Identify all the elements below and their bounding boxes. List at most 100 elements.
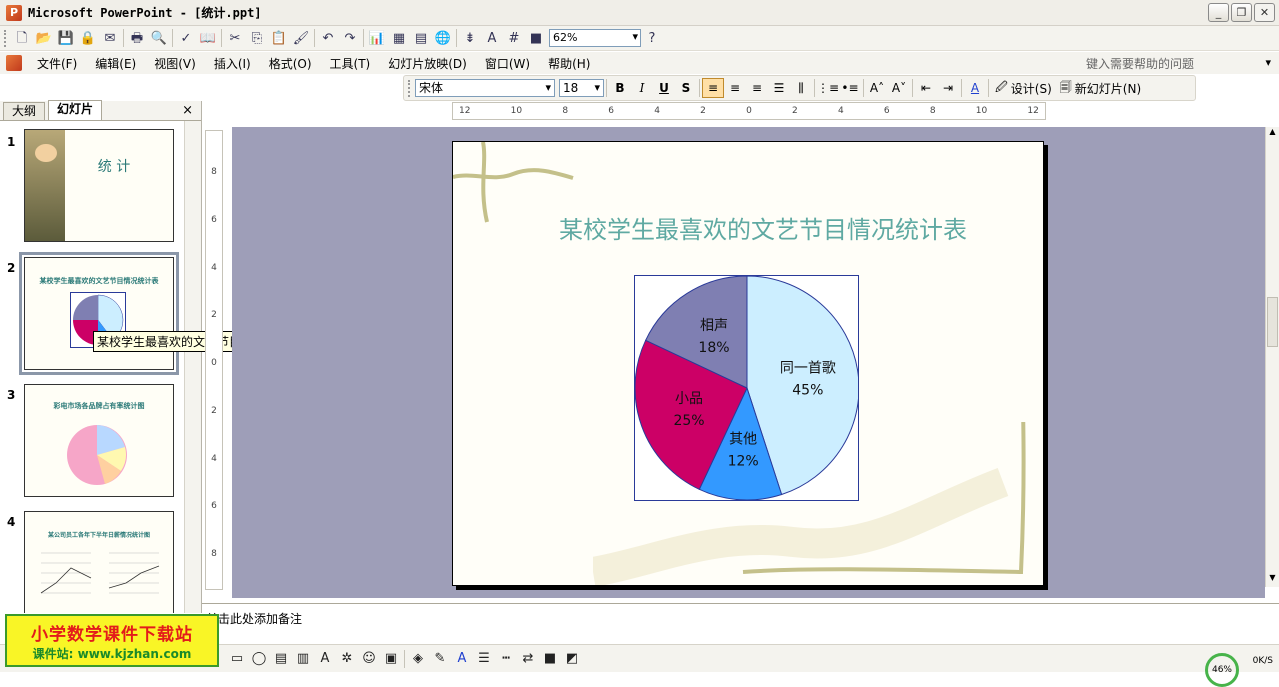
3d-style-icon[interactable]: ◩: [561, 651, 583, 666]
italic-button[interactable]: I: [631, 78, 653, 98]
help-search-input[interactable]: 键入需要帮助的问题: [1086, 55, 1194, 72]
menu-tools[interactable]: 工具(T): [321, 55, 380, 72]
show-formatting-icon[interactable]: A: [481, 28, 503, 48]
menu-format[interactable]: 格式(O): [260, 55, 321, 72]
font-color-draw-icon[interactable]: A: [451, 651, 473, 666]
document-icon[interactable]: [6, 55, 22, 71]
dash-style-icon[interactable]: ┅: [495, 651, 517, 666]
help-icon[interactable]: ?: [641, 28, 663, 48]
slice-percent: 45%: [792, 382, 823, 398]
tab-slides[interactable]: 幻灯片: [48, 100, 103, 120]
scroll-up-icon[interactable]: ▲: [1267, 127, 1278, 141]
decrease-font-icon[interactable]: A˅: [888, 78, 910, 98]
expand-all-icon[interactable]: ⇟: [459, 28, 481, 48]
zoom-select[interactable]: 62%: [549, 29, 641, 47]
rectangle-icon[interactable]: ▭: [226, 651, 248, 666]
scroll-thumb[interactable]: [1267, 297, 1278, 347]
vertical-textbox-icon[interactable]: ▥: [292, 651, 314, 666]
email-icon[interactable]: ✉: [99, 28, 121, 48]
slide-thumbnail-1[interactable]: 统 计: [24, 129, 174, 242]
slide-thumbnail-4[interactable]: 某公司员工各年下半年日薪情况统计图: [24, 511, 174, 613]
close-button[interactable]: ✕: [1254, 3, 1275, 22]
tab-outline[interactable]: 大纲: [3, 102, 46, 120]
slice-percent: 12%: [728, 453, 759, 469]
show-grid-icon[interactable]: #: [503, 28, 525, 48]
menu-edit[interactable]: 编辑(E): [86, 55, 145, 72]
align-center-icon[interactable]: ≡: [724, 78, 746, 98]
paste-icon[interactable]: 📋: [268, 28, 290, 48]
open-folder-icon[interactable]: 📂: [33, 28, 55, 48]
ruler-tick: 4: [211, 262, 217, 273]
menu-window[interactable]: 窗口(W): [476, 55, 539, 72]
menu-help[interactable]: 帮助(H): [539, 55, 599, 72]
research-icon[interactable]: 📖: [197, 28, 219, 48]
increase-indent-icon[interactable]: ⇥: [937, 78, 959, 98]
new-slide-button[interactable]: 🗐 新幻灯片(N): [1056, 78, 1145, 99]
wordart-icon[interactable]: A: [314, 651, 336, 666]
fill-color-icon[interactable]: ◈: [407, 651, 429, 666]
slide-thumbnail-2[interactable]: 某校学生最喜欢的文艺节目情况统计表: [19, 252, 179, 375]
cut-icon[interactable]: ✂: [224, 28, 246, 48]
align-left-icon[interactable]: ≡: [702, 78, 724, 98]
horizontal-ruler: 12 10 8 6 4 2 0 2 4 6 8 10 12: [452, 102, 1046, 120]
print-icon[interactable]: 🖶: [126, 28, 148, 48]
copy-icon[interactable]: ⎘: [246, 28, 268, 48]
menu-file[interactable]: 文件(F): [28, 55, 86, 72]
editor-vertical-scrollbar[interactable]: ▲ ▼: [1265, 127, 1279, 587]
close-pane-icon[interactable]: ×: [182, 103, 193, 118]
numbering-icon[interactable]: ⋮≡: [817, 78, 839, 98]
diagram-icon[interactable]: ✲: [336, 651, 358, 666]
font-color-icon[interactable]: A: [964, 78, 986, 98]
permission-icon[interactable]: 🔒: [77, 28, 99, 48]
slide-thumbnail-3[interactable]: 彩电市场各品牌占有率统计图: [24, 384, 174, 497]
notes-pane[interactable]: 单击此处添加备注: [202, 603, 1279, 643]
undo-icon[interactable]: ↶: [317, 28, 339, 48]
line-color-icon[interactable]: ✎: [429, 651, 451, 666]
hyperlink-icon[interactable]: 🌐: [432, 28, 454, 48]
current-slide[interactable]: 某校学生最喜欢的文艺节目情况统计表 同一首歌 45% 其他 12% 小品 25% 相声 18%: [452, 141, 1044, 586]
arrow-style-icon[interactable]: ⇄: [517, 651, 539, 666]
distribute-icon[interactable]: ⫼: [790, 78, 812, 98]
font-size-select[interactable]: 18: [559, 79, 604, 97]
toolbar-grip[interactable]: [4, 29, 7, 47]
font-select[interactable]: 宋体: [415, 79, 555, 97]
scroll-down-icon[interactable]: ▼: [1267, 573, 1278, 587]
line-style-icon[interactable]: ☰: [473, 651, 495, 666]
slide-number: 1: [7, 135, 16, 149]
tables-borders-icon[interactable]: ▤: [410, 28, 432, 48]
menu-slideshow[interactable]: 幻灯片放映(D): [379, 55, 476, 72]
color-grayscale-icon[interactable]: ■: [525, 28, 547, 48]
underline-button[interactable]: U: [653, 78, 675, 98]
clipart-icon[interactable]: ☺: [358, 651, 380, 666]
print-preview-icon[interactable]: 🔍: [148, 28, 170, 48]
minimize-button[interactable]: _: [1208, 3, 1229, 22]
redo-icon[interactable]: ↷: [339, 28, 361, 48]
new-document-icon[interactable]: 🗋: [11, 28, 33, 48]
slide-title[interactable]: 某校学生最喜欢的文艺节目情况统计表: [453, 210, 1043, 245]
powerpoint-icon[interactable]: [6, 4, 22, 21]
increase-font-icon[interactable]: A˄: [866, 78, 888, 98]
bullets-icon[interactable]: •≡: [839, 78, 861, 98]
spelling-icon[interactable]: ✓: [175, 28, 197, 48]
decrease-indent-icon[interactable]: ⇤: [915, 78, 937, 98]
help-dropdown-icon[interactable]: ▾: [1265, 56, 1271, 69]
menu-insert[interactable]: 插入(I): [205, 55, 260, 72]
insert-chart-icon[interactable]: 📊: [366, 28, 388, 48]
oval-icon[interactable]: ◯: [248, 651, 270, 666]
toolbar-grip[interactable]: [408, 79, 411, 97]
picture-icon[interactable]: ▣: [380, 651, 402, 666]
shadow-button[interactable]: S: [675, 78, 697, 98]
justify-icon[interactable]: ☰: [768, 78, 790, 98]
insert-table-icon[interactable]: ▦: [388, 28, 410, 48]
pane-scrollbar[interactable]: [184, 121, 201, 613]
bold-button[interactable]: B: [609, 78, 631, 98]
pie-chart[interactable]: 同一首歌 45% 其他 12% 小品 25% 相声 18%: [634, 275, 860, 501]
textbox-icon[interactable]: ▤: [270, 651, 292, 666]
save-icon[interactable]: 💾: [55, 28, 77, 48]
design-button[interactable]: 🖉 设计(S): [991, 78, 1056, 99]
align-right-icon[interactable]: ≡: [746, 78, 768, 98]
format-painter-icon[interactable]: 🖌: [290, 28, 312, 48]
shadow-style-icon[interactable]: ■: [539, 651, 561, 666]
menu-view[interactable]: 视图(V): [145, 55, 205, 72]
restore-button[interactable]: ❐: [1231, 3, 1252, 22]
